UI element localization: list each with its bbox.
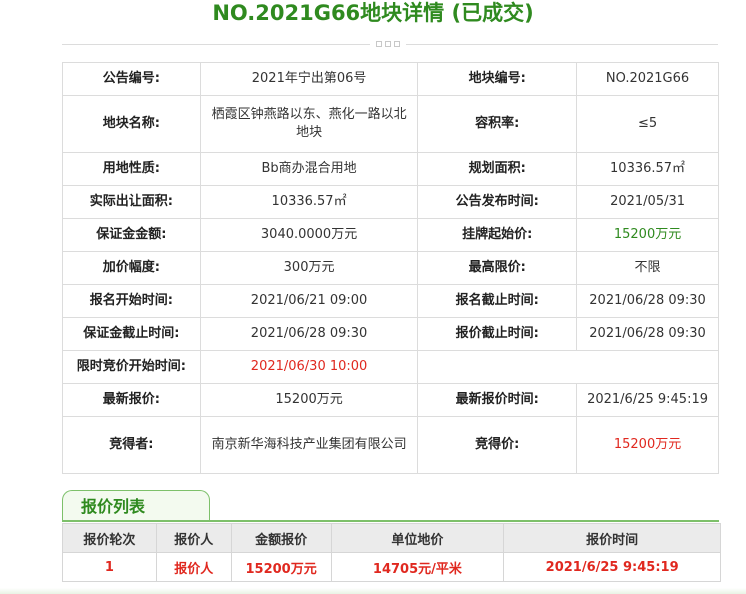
table-row: 1 报价人 15200万元 14705元/平米 2021/6/25 9:45:1… xyxy=(62,552,721,582)
header-amount: 金额报价 xyxy=(230,523,332,553)
bid-list-table: 报价轮次 报价人 金额报价 单位地价 报价时间 1 报价人 15200万元 14… xyxy=(62,523,721,582)
tab-bid-list[interactable]: 报价列表 xyxy=(62,490,210,522)
label-deposit-deadline: 保证金截止时间: xyxy=(62,317,201,351)
detail-row: 最新报价: 15200万元 最新报价时间: 2021/6/25 9:45:19 xyxy=(62,383,719,417)
value-parcel-no: NO.2021G66 xyxy=(576,62,719,96)
label-announcement-no: 公告编号: xyxy=(62,62,201,96)
label-planned-area: 规划面积: xyxy=(417,152,578,186)
empty-cell xyxy=(417,350,719,384)
label-signup-end: 报名截止时间: xyxy=(417,284,578,318)
header-round: 报价轮次 xyxy=(62,523,157,553)
value-latest-bid-time: 2021/6/25 9:45:19 xyxy=(576,383,719,417)
cell-bid-time: 2021/6/25 9:45:19 xyxy=(503,552,721,582)
value-deposit: 3040.0000万元 xyxy=(199,218,419,252)
detail-row: 公告编号: 2021年宁出第06号 地块编号: NO.2021G66 xyxy=(62,62,719,96)
divider-ornament xyxy=(370,39,406,49)
value-announcement-no: 2021年宁出第06号 xyxy=(199,62,419,96)
detail-row: 地块名称: 栖霞区钟燕路以东、燕化一路以北地块 容积率: ≤5 xyxy=(62,95,719,153)
header-unit-price: 单位地价 xyxy=(330,523,505,553)
cell-round: 1 xyxy=(62,552,157,582)
label-parcel-no: 地块编号: xyxy=(417,62,578,96)
value-max-price: 不限 xyxy=(576,251,719,285)
detail-row: 加价幅度: 300万元 最高限价: 不限 xyxy=(62,251,719,285)
label-latest-bid-time: 最新报价时间: xyxy=(417,383,578,417)
detail-row: 限时竞价开始时间: 2021/06/30 10:00 xyxy=(62,350,719,384)
label-land-use: 用地性质: xyxy=(62,152,201,186)
label-bid-deadline: 报价截止时间: xyxy=(417,317,578,351)
value-bid-deadline: 2021/06/28 09:30 xyxy=(576,317,719,351)
value-timed-bid-start: 2021/06/30 10:00 xyxy=(199,350,419,384)
value-actual-area: 10336.57㎡ xyxy=(199,185,419,219)
label-increment: 加价幅度: xyxy=(62,251,201,285)
label-timed-bid-start: 限时竞价开始时间: xyxy=(62,350,201,384)
label-parcel-name: 地块名称: xyxy=(62,95,201,153)
detail-row: 保证金金额: 3040.0000万元 挂牌起始价: 15200万元 xyxy=(62,218,719,252)
value-winning-price: 15200万元 xyxy=(576,416,719,474)
label-latest-bid: 最新报价: xyxy=(62,383,201,417)
value-signup-end: 2021/06/28 09:30 xyxy=(576,284,719,318)
bid-list-tab-bar: 报价列表 xyxy=(62,488,719,522)
label-start-price: 挂牌起始价: xyxy=(417,218,578,252)
header-bidder: 报价人 xyxy=(155,523,232,553)
value-publish-date: 2021/05/31 xyxy=(576,185,719,219)
label-plot-ratio: 容积率: xyxy=(417,95,578,153)
label-winning-price: 竞得价: xyxy=(417,416,578,474)
value-deposit-deadline: 2021/06/28 09:30 xyxy=(199,317,419,351)
header-bid-time: 报价时间 xyxy=(503,523,721,553)
footer-edge xyxy=(0,588,746,594)
tab-underline xyxy=(62,520,719,522)
label-max-price: 最高限价: xyxy=(417,251,578,285)
label-signup-start: 报名开始时间: xyxy=(62,284,201,318)
value-planned-area: 10336.57㎡ xyxy=(576,152,719,186)
value-increment: 300万元 xyxy=(199,251,419,285)
detail-row: 实际出让面积: 10336.57㎡ 公告发布时间: 2021/05/31 xyxy=(62,185,719,219)
value-plot-ratio: ≤5 xyxy=(576,95,719,153)
bid-header-row: 报价轮次 报价人 金额报价 单位地价 报价时间 xyxy=(62,523,721,553)
value-start-price: 15200万元 xyxy=(576,218,719,252)
detail-row: 竞得者: 南京新华海科技产业集团有限公司 竞得价: 15200万元 xyxy=(62,416,719,474)
cell-unit-price: 14705元/平米 xyxy=(330,552,505,582)
value-signup-start: 2021/06/21 09:00 xyxy=(199,284,419,318)
label-actual-area: 实际出让面积: xyxy=(62,185,201,219)
detail-row: 用地性质: Bb商办混合用地 规划面积: 10336.57㎡ xyxy=(62,152,719,186)
value-parcel-name: 栖霞区钟燕路以东、燕化一路以北地块 xyxy=(199,95,419,153)
value-land-use: Bb商办混合用地 xyxy=(199,152,419,186)
label-deposit: 保证金金额: xyxy=(62,218,201,252)
detail-row: 保证金截止时间: 2021/06/28 09:30 报价截止时间: 2021/0… xyxy=(62,317,719,351)
parcel-detail-table: 公告编号: 2021年宁出第06号 地块编号: NO.2021G66 地块名称:… xyxy=(62,62,719,474)
cell-bidder: 报价人 xyxy=(155,552,232,582)
label-publish-date: 公告发布时间: xyxy=(417,185,578,219)
label-winner: 竞得者: xyxy=(62,416,201,474)
value-latest-bid: 15200万元 xyxy=(199,383,419,417)
cell-amount: 15200万元 xyxy=(230,552,332,582)
page-title: NO.2021G66地块详情 (已成交) xyxy=(212,1,534,25)
detail-row: 报名开始时间: 2021/06/21 09:00 报名截止时间: 2021/06… xyxy=(62,284,719,318)
value-winner: 南京新华海科技产业集团有限公司 xyxy=(199,416,419,474)
